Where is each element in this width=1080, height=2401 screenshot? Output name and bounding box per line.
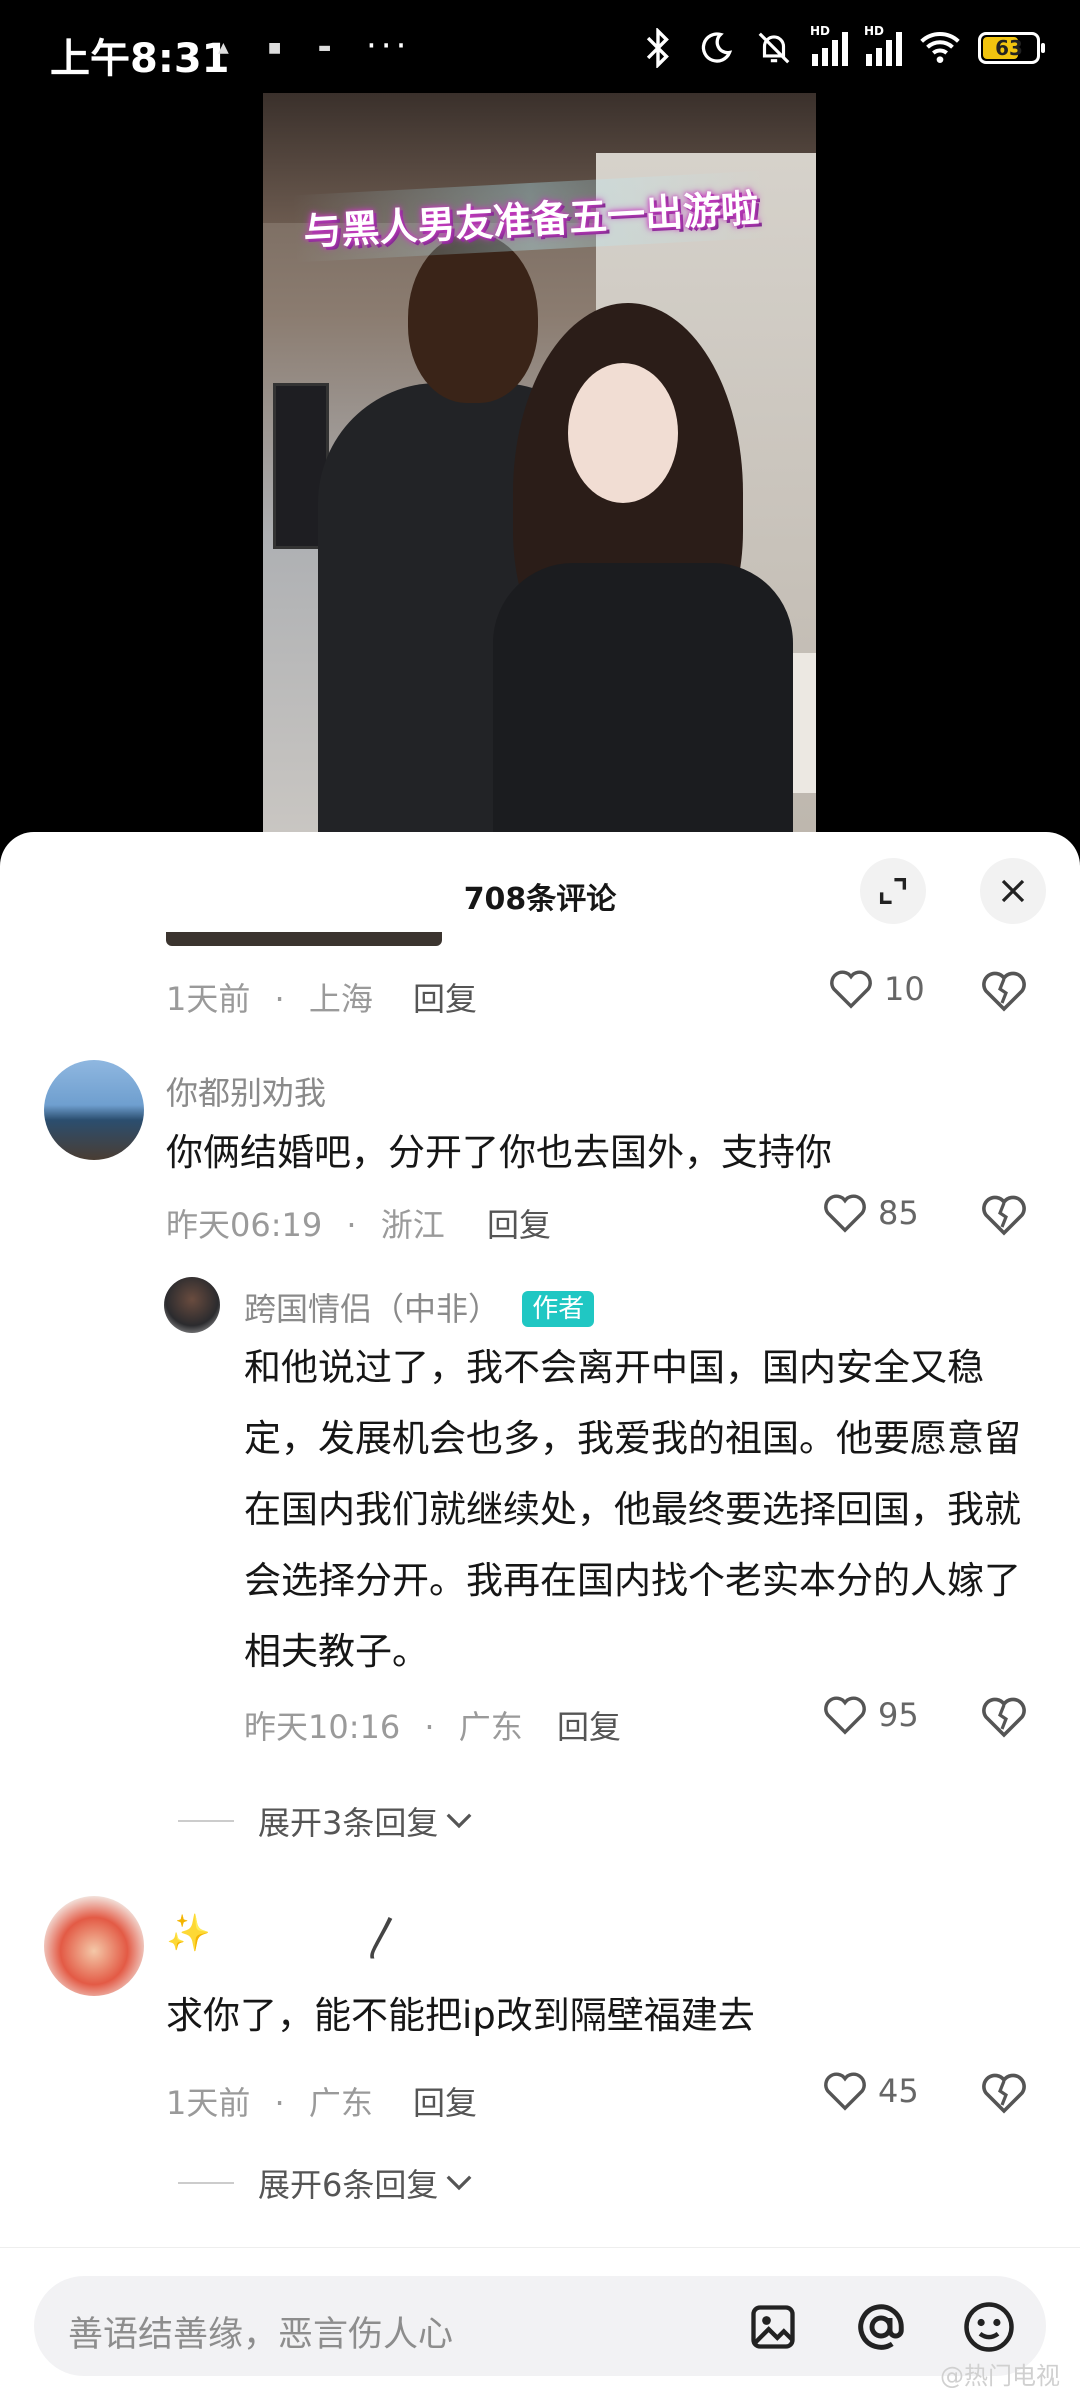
avatar[interactable] [44, 1896, 144, 1996]
image-button[interactable] [744, 2298, 802, 2356]
signal-icon: HD [810, 24, 848, 66]
expand-icon [879, 877, 907, 905]
comment-meta: 昨天10:16 · 广东 [244, 1702, 523, 1748]
comment-time: 昨天06:19 [166, 1206, 323, 1244]
separator: · [274, 2084, 285, 2122]
video-frame[interactable]: 与黑人男友准备五一出游啦 [263, 93, 816, 833]
separator: · [424, 1708, 435, 1746]
emoji-icon [964, 2302, 1014, 2352]
comment-time: 1天前 [166, 2084, 251, 2122]
status-bar: 上午8:31 ▲ ■ ▬ ··· HD HD 63 [0, 0, 1080, 100]
comments-panel: 708条评论 1天前 · 上海 回复 10 你都别劝我 你俩结婚吧，分开了你也去… [0, 832, 1080, 2401]
reply-button[interactable]: 回复 [557, 1702, 621, 1748]
avatar[interactable] [44, 1060, 144, 1160]
squiggle-emoji-icon: 〳 [362, 1913, 406, 1964]
like-button[interactable]: 85 [822, 1192, 919, 1234]
emoji-button[interactable] [960, 2298, 1018, 2356]
comment-image-thumbnail[interactable] [166, 932, 442, 946]
reply-button[interactable]: 回复 [413, 974, 477, 1020]
like-button[interactable]: 45 [822, 2070, 919, 2112]
comment-meta: 1天前 · 广东 [166, 2078, 373, 2124]
comment-input-placeholder: 善语结善缘，恶言伤人心 [68, 2315, 454, 2355]
comment-username[interactable]: 跨国情侣（中非） [244, 1290, 500, 1328]
more-notifications-icon: ··· [366, 26, 411, 66]
comment-input-bar: 善语结善缘，恶言伤人心 @热门电视 [0, 2247, 1080, 2401]
separator: · [346, 1206, 357, 1244]
sparkle-emoji-icon: ✨ [166, 1913, 211, 1954]
notification-icon: ■ [268, 40, 282, 56]
broken-heart-icon [982, 1195, 1026, 1236]
heart-icon [824, 1194, 866, 1233]
moon-icon [696, 28, 736, 68]
comment-username[interactable]: 你都别劝我 [166, 1068, 326, 1114]
separator: · [274, 980, 285, 1018]
mute-bell-icon [754, 28, 794, 68]
mention-button[interactable] [852, 2298, 910, 2356]
dislike-button[interactable] [980, 1694, 1028, 1742]
close-icon [1001, 879, 1025, 903]
comment-text: 求你了，能不能把ip改到隔壁福建去 [166, 1994, 755, 2037]
comment-location: 上海 [308, 980, 373, 1018]
author-username-row: 跨国情侣（中非） 作者 [244, 1284, 595, 1330]
broken-heart-icon [982, 971, 1026, 1012]
comment-location: 广东 [308, 2084, 373, 2122]
comment-text: 你俩结婚吧，分开了你也去国外，支持你 [166, 1131, 832, 1174]
comment-meta: 昨天06:19 · 浙江 [166, 1200, 445, 1246]
author-badge: 作者 [522, 1291, 595, 1327]
like-count: 10 [884, 970, 925, 1008]
dislike-button[interactable] [980, 1192, 1028, 1240]
broken-heart-icon [982, 1697, 1026, 1738]
dislike-button[interactable] [980, 2070, 1028, 2118]
notification-icon: ▲ [218, 40, 229, 56]
chevron-down-icon [446, 1813, 472, 1829]
like-button[interactable]: 10 [828, 968, 925, 1010]
reply-button[interactable]: 回复 [487, 1200, 551, 1246]
comment-text: 和他说过了，我不会离开中国，国内安全又稳定，发展机会也多，我爱我的祖国。他要愿意… [244, 1346, 1021, 1673]
image-icon [751, 2305, 795, 2349]
heart-icon [824, 1696, 866, 1735]
like-button[interactable]: 95 [822, 1694, 919, 1736]
like-count: 95 [878, 1696, 919, 1734]
at-icon [858, 2304, 904, 2350]
avatar[interactable] [164, 1277, 220, 1333]
close-panel-button[interactable] [980, 858, 1046, 924]
bluetooth-icon [638, 28, 678, 68]
battery-level: 63 [995, 36, 1023, 60]
expand-replies-button[interactable]: 展开6条回复 [178, 2160, 474, 2206]
like-count: 45 [878, 2072, 919, 2110]
battery-icon: 63 [978, 32, 1045, 64]
expand-replies-label: 展开3条回复 [258, 1804, 439, 1842]
chevron-down-icon [446, 2175, 472, 2191]
comment-time: 1天前 [166, 980, 251, 1018]
expand-replies-button[interactable]: 展开3条回复 [178, 1798, 474, 1844]
expand-replies-label: 展开6条回复 [258, 2166, 439, 2204]
expand-panel-button[interactable] [860, 858, 926, 924]
comment-input[interactable]: 善语结善缘，恶言伤人心 [34, 2276, 1046, 2376]
heart-icon [830, 970, 872, 1009]
signal-icon: HD [864, 24, 902, 66]
like-count: 85 [878, 1194, 919, 1232]
status-time: 上午8:31 [50, 36, 230, 82]
comment-meta: 1天前 · 上海 [166, 974, 373, 1020]
comment-time: 昨天10:16 [244, 1708, 401, 1746]
comment-location: 浙江 [380, 1206, 445, 1244]
broken-heart-icon [982, 2073, 1026, 2114]
dislike-button[interactable] [980, 968, 1028, 1016]
watermark: @热门电视 [940, 2362, 1060, 2390]
wifi-icon [920, 28, 960, 68]
reply-button[interactable]: 回复 [413, 2078, 477, 2124]
notification-icon: ▬ [318, 40, 332, 56]
video-person [493, 303, 803, 833]
comment-location: 广东 [458, 1708, 523, 1746]
heart-icon [824, 2072, 866, 2111]
